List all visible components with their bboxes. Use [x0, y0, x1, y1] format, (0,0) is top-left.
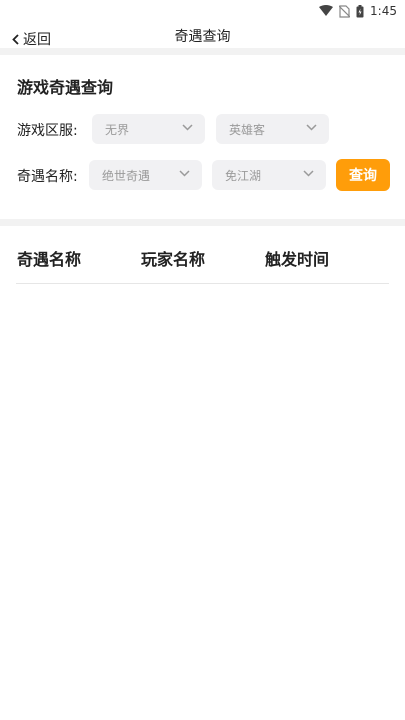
status-bar: 1:45 [0, 0, 405, 22]
status-time: 1:45 [370, 4, 397, 18]
nav-bar: 返回 奇遇查询 [0, 22, 405, 48]
server-secondary-select[interactable]: 英雄客 [216, 114, 329, 144]
query-button[interactable]: 查询 [336, 159, 390, 191]
column-header-encounter: 奇遇名称 [17, 250, 82, 269]
battery-icon [356, 4, 364, 17]
chevron-down-icon [182, 124, 193, 131]
column-header-time: 触发时间 [265, 250, 330, 269]
column-header-player: 玩家名称 [141, 250, 206, 269]
chevron-down-icon [303, 170, 314, 177]
header-divider [0, 48, 405, 55]
section-title: 游戏奇遇查询 [17, 78, 114, 97]
server-primary-value: 无界 [105, 122, 130, 137]
table-header-divider [16, 283, 389, 284]
encounter-label: 奇遇名称: [17, 169, 78, 185]
no-sim-icon [339, 4, 351, 18]
wifi-icon [319, 5, 334, 16]
chevron-down-icon [179, 170, 190, 177]
encounter-primary-select[interactable]: 绝世奇遇 [89, 160, 202, 190]
section-divider [0, 219, 405, 226]
chevron-down-icon [306, 124, 317, 131]
server-primary-select[interactable]: 无界 [92, 114, 205, 144]
status-icons: 1:45 [319, 4, 397, 18]
encounter-primary-value: 绝世奇遇 [102, 168, 151, 183]
encounter-secondary-value: 免江湖 [225, 168, 262, 183]
server-label: 游戏区服: [17, 123, 78, 139]
page-title: 奇遇查询 [174, 29, 231, 45]
server-secondary-value: 英雄客 [229, 122, 266, 137]
encounter-secondary-select[interactable]: 免江湖 [212, 160, 326, 190]
